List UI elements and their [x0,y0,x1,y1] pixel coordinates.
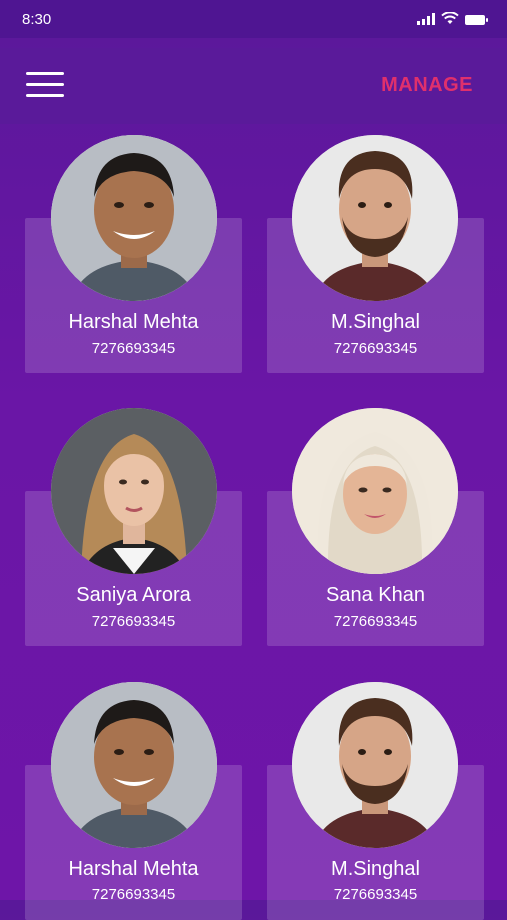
contact-phone: 7276693345 [333,886,418,903]
signal-icon [417,13,435,25]
contact-name: Saniya Arora [76,584,191,606]
avatar[interactable] [292,135,458,301]
hamburger-menu-icon[interactable] [26,70,64,100]
contact-name: Sana Khan [326,584,425,606]
contact-phone: 7276693345 [91,340,176,357]
contact-phone: 7276693345 [91,886,176,903]
contact-phone: 7276693345 [333,613,418,630]
avatar[interactable] [51,408,217,574]
status-bar: 8:30 [0,0,507,38]
status-time: 8:30 [22,11,52,28]
contact-phone: 7276693345 [91,613,176,630]
avatar[interactable] [51,682,217,848]
avatar[interactable] [51,135,217,301]
contact-name: M.Singhal [331,858,420,880]
contact-phone: 7276693345 [333,340,418,357]
wifi-icon [441,12,459,24]
contact-name: M.Singhal [331,311,420,333]
avatar[interactable] [292,408,458,574]
status-icons [417,12,488,25]
app-bar: MANAGE [0,48,507,124]
manage-button[interactable]: MANAGE [381,74,473,97]
contact-name: Harshal Mehta [68,858,199,880]
avatar[interactable] [292,682,458,848]
battery-icon [465,15,488,25]
contact-name: Harshal Mehta [68,311,199,333]
